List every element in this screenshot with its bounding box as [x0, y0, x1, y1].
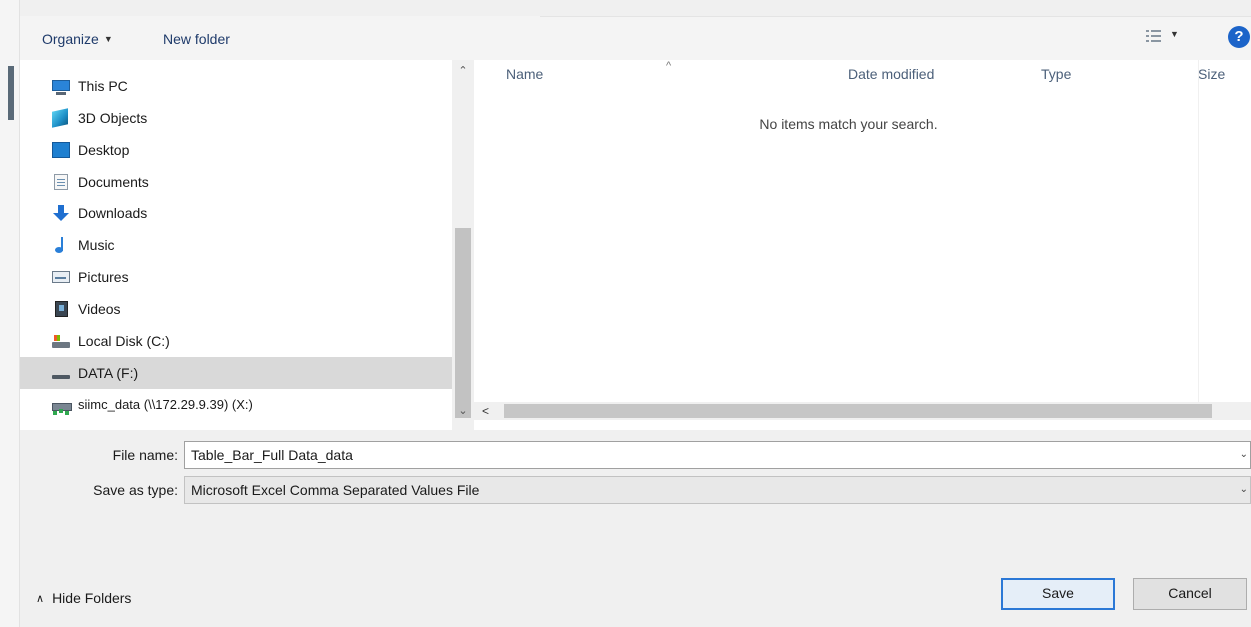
file-name-value: Table_Bar_Full Data_data: [191, 447, 353, 463]
nav-item-downloads[interactable]: Downloads: [20, 197, 452, 229]
save-as-type-value: Microsoft Excel Comma Separated Values F…: [191, 482, 480, 498]
horizontal-scrollbar[interactable]: <: [474, 402, 1251, 420]
help-icon[interactable]: ?: [1228, 26, 1250, 48]
nav-item-label: Music: [78, 237, 115, 253]
left-edge-strip: [0, 0, 20, 627]
computer-icon: [52, 80, 70, 95]
column-header-name[interactable]: Name: [506, 60, 543, 92]
column-header-type[interactable]: Type: [1041, 60, 1071, 92]
3d-objects-icon: [52, 108, 68, 128]
scroll-left-icon[interactable]: <: [482, 402, 489, 420]
navigation-pane: This PC 3D Objects Desktop Documents Dow…: [20, 60, 474, 430]
hide-folders-button[interactable]: ∧ Hide Folders: [36, 590, 131, 606]
nav-item-label: Desktop: [78, 142, 130, 158]
nav-item-label: Videos: [78, 301, 121, 317]
nav-item-label: siimc_data (\\172.29.9.39) (X:): [78, 397, 253, 412]
nav-item-label: Downloads: [78, 205, 148, 221]
disk-icon: [52, 333, 70, 349]
edge-marker: [8, 66, 14, 120]
nav-item-label: This PC: [78, 78, 128, 94]
chevron-down-icon: ▼: [103, 34, 113, 44]
save-button[interactable]: Save: [1001, 578, 1115, 610]
file-list: Name ^ Date modified Type Size No items …: [474, 60, 1251, 430]
nav-item-videos[interactable]: Videos: [20, 293, 452, 325]
change-view-button[interactable]: ▼: [1146, 26, 1192, 48]
column-header-date-modified[interactable]: Date modified: [848, 60, 934, 92]
nav-item-desktop[interactable]: Desktop: [20, 134, 452, 166]
scroll-up-icon[interactable]: ⌃: [452, 64, 474, 77]
column-header-size[interactable]: Size: [1198, 60, 1225, 92]
chevron-down-icon: ⌄: [1239, 484, 1248, 495]
nav-item-siimc-data-x[interactable]: siimc_data (\\172.29.9.39) (X:): [20, 389, 452, 421]
sort-ascending-icon: ^: [666, 60, 672, 72]
hide-folders-label: Hide Folders: [52, 590, 132, 606]
nav-scroll-thumb[interactable]: [455, 228, 471, 418]
save-as-type-label: Save as type:: [93, 482, 178, 498]
nav-item-local-disk-c[interactable]: Local Disk (C:): [20, 325, 452, 357]
nav-item-this-pc[interactable]: This PC: [20, 70, 452, 102]
nav-item-label: DATA (F:): [78, 365, 139, 381]
desktop-icon: [52, 142, 70, 158]
nav-item-documents[interactable]: Documents: [20, 166, 452, 198]
save-as-type-select[interactable]: Microsoft Excel Comma Separated Values F…: [184, 476, 1251, 504]
column-divider: [1198, 60, 1199, 410]
nav-item-pictures[interactable]: Pictures: [20, 261, 452, 293]
chevron-down-icon[interactable]: ⌄: [1240, 442, 1248, 468]
nav-item-label: Documents: [78, 174, 149, 190]
drive-icon: [52, 365, 70, 381]
nav-scrollbar[interactable]: ⌃ ⌄: [452, 60, 474, 430]
chevron-up-icon: ∧: [36, 593, 45, 605]
nav-item-music[interactable]: Music: [20, 229, 452, 261]
new-folder-label: New folder: [163, 31, 230, 47]
new-folder-button[interactable]: New folder: [163, 28, 230, 50]
network-drive-icon: [52, 397, 72, 413]
documents-icon: [54, 174, 68, 190]
pictures-icon: [52, 271, 70, 283]
scroll-down-icon[interactable]: ⌄: [452, 404, 474, 417]
nav-item-3d-objects[interactable]: 3D Objects: [20, 102, 452, 134]
videos-icon: [55, 301, 68, 317]
music-icon: [52, 237, 70, 253]
organize-button[interactable]: Organize ▼: [42, 28, 113, 50]
file-name-label: File name:: [112, 447, 178, 463]
toolbar: Organize ▼ New folder ▼ ?: [20, 16, 1251, 60]
nav-item-label: Pictures: [78, 269, 129, 285]
organize-label: Organize: [42, 31, 99, 47]
file-name-input[interactable]: Table_Bar_Full Data_data ⌄: [184, 441, 1251, 469]
downloads-icon: [52, 205, 70, 221]
cancel-button[interactable]: Cancel: [1133, 578, 1247, 610]
horizontal-scroll-thumb[interactable]: [504, 404, 1212, 418]
nav-item-data-f[interactable]: DATA (F:): [20, 357, 452, 389]
details-view-icon: [1146, 29, 1161, 43]
nav-item-label: 3D Objects: [78, 110, 148, 126]
chevron-down-icon: ▼: [1170, 29, 1179, 39]
nav-item-label: Local Disk (C:): [78, 333, 170, 349]
empty-list-message: No items match your search.: [759, 116, 938, 132]
toolbar-divider: [540, 16, 1251, 17]
